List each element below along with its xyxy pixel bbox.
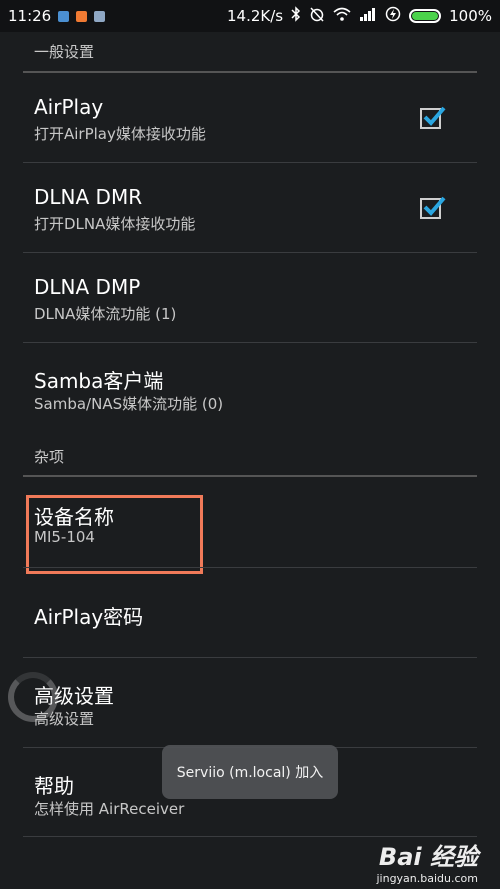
setting-airplay-password[interactable]: AirPlay密码 bbox=[0, 568, 500, 657]
wifi-icon bbox=[333, 7, 351, 25]
toast-message: Serviio (m.local) 加入 bbox=[162, 745, 338, 799]
highlight-box bbox=[26, 495, 203, 574]
setting-title: AirPlay bbox=[34, 95, 104, 119]
network-speed: 14.2K/s bbox=[227, 7, 284, 25]
battery-icon bbox=[409, 9, 442, 23]
setting-title: DLNA DMP bbox=[34, 275, 141, 299]
signal-icon bbox=[359, 7, 377, 25]
battery-level-fill bbox=[412, 12, 439, 20]
setting-title: AirPlay密码 bbox=[34, 605, 144, 629]
charging-icon bbox=[385, 6, 401, 26]
setting-dlna-dmr[interactable]: DLNA DMR 打开DLNA媒体接收功能 bbox=[0, 163, 500, 252]
message-icon bbox=[94, 10, 106, 22]
loading-spinner-icon[interactable] bbox=[8, 672, 58, 722]
setting-title: DLNA DMR bbox=[34, 185, 143, 209]
setting-subtitle: Samba/NAS媒体流功能 (0) bbox=[34, 395, 224, 413]
alarm-off-icon bbox=[309, 6, 325, 26]
setting-dlna-dmp[interactable]: DLNA DMP DLNA媒体流功能 (1) bbox=[0, 253, 500, 342]
battery-percent: 100% bbox=[449, 7, 492, 25]
status-time: 11:26 bbox=[8, 7, 52, 25]
photo-icon bbox=[58, 10, 70, 22]
setting-title: Samba客户端 bbox=[34, 369, 164, 393]
checkmark-icon bbox=[423, 106, 446, 126]
watermark-url: jingyan.baidu.com bbox=[376, 872, 478, 885]
status-bar: 11:26 14.2K/s 100% bbox=[0, 0, 500, 32]
setting-subtitle: 怎样使用 AirReceiver bbox=[34, 800, 185, 818]
section-header-general: 一般设置 bbox=[34, 43, 95, 61]
bluetooth-icon bbox=[291, 6, 301, 26]
setting-subtitle: 打开AirPlay媒体接收功能 bbox=[34, 125, 206, 143]
airplay-checkbox[interactable] bbox=[420, 106, 446, 129]
dlna-dmr-checkbox[interactable] bbox=[420, 196, 446, 219]
watermark-logo: Bai 经验 bbox=[378, 843, 478, 871]
setting-advanced[interactable]: 高级设置 高级设置 bbox=[0, 658, 500, 747]
setting-airplay[interactable]: AirPlay 打开AirPlay媒体接收功能 bbox=[0, 73, 500, 162]
setting-samba-client[interactable]: Samba客户端 Samba/NAS媒体流功能 (0) bbox=[0, 343, 500, 432]
watermark: Bai 经验 jingyan.baidu.com bbox=[376, 837, 478, 885]
setting-subtitle: 打开DLNA媒体接收功能 bbox=[34, 215, 196, 233]
setting-title: 帮助 bbox=[34, 774, 74, 798]
setting-subtitle: DLNA媒体流功能 (1) bbox=[34, 305, 177, 323]
checkmark-icon bbox=[423, 196, 446, 216]
section-header-misc: 杂项 bbox=[34, 448, 65, 466]
app-icon bbox=[76, 10, 88, 22]
